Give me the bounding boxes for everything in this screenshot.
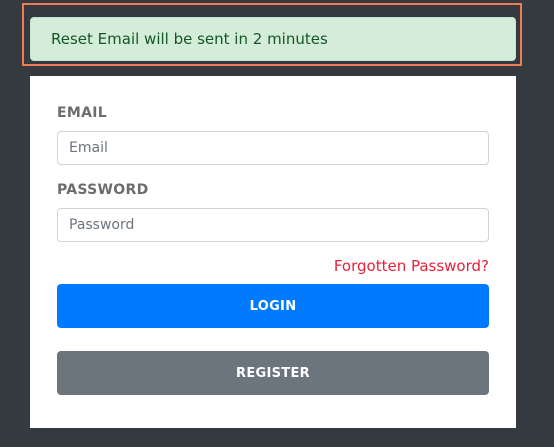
email-input[interactable] bbox=[57, 131, 489, 165]
register-button[interactable]: REGISTER bbox=[57, 351, 489, 395]
login-card: EMAIL PASSWORD Forgotten Password? LOGIN… bbox=[30, 76, 516, 428]
login-button[interactable]: LOGIN bbox=[57, 284, 489, 328]
success-alert: Reset Email will be sent in 2 minutes bbox=[30, 17, 516, 61]
email-label: EMAIL bbox=[57, 105, 107, 121]
password-input[interactable] bbox=[57, 208, 489, 242]
forgot-password-link[interactable]: Forgotten Password? bbox=[334, 257, 489, 275]
password-label: PASSWORD bbox=[57, 182, 149, 198]
alert-message: Reset Email will be sent in 2 minutes bbox=[51, 30, 328, 48]
